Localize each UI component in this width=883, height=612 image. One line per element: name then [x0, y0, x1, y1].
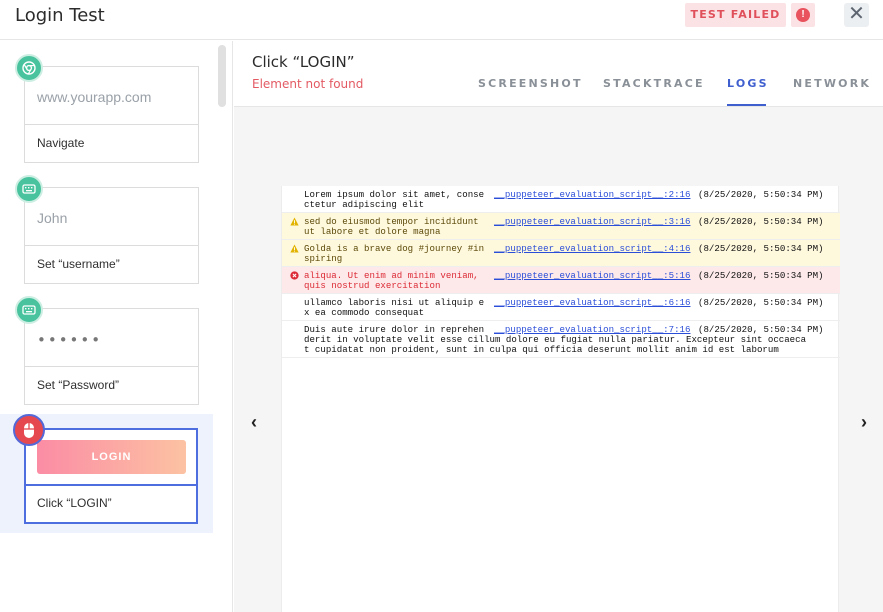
step-label: Click “LOGIN”	[37, 496, 112, 510]
log-time: (8/25/2020, 5:50:34 PM)	[698, 216, 824, 227]
page-title: Login Test	[15, 5, 105, 26]
login-test-dialog: Login Test TEST FAILED ! ✕ www.yourapp.c…	[0, 0, 883, 612]
log-time: (8/25/2020, 5:50:34 PM)	[698, 270, 824, 281]
step-value: www.yourapp.com	[25, 67, 198, 125]
error-message: Element not found	[252, 77, 364, 91]
keyboard-icon	[15, 296, 43, 324]
error-icon	[290, 271, 299, 280]
log-source-link[interactable]: __puppeteer_evaluation_script__:4:16	[494, 244, 690, 254]
status-badge: TEST FAILED	[685, 3, 786, 27]
step-card: •••••• Set “Password”	[24, 308, 199, 405]
step-value: ••••••	[25, 309, 198, 367]
step-navigate[interactable]: www.yourapp.com Navigate	[15, 54, 199, 163]
step-set-password[interactable]: •••••• Set “Password”	[15, 296, 199, 405]
tab-logs[interactable]: LOGS	[727, 77, 769, 90]
log-row: Golda is a brave dog #journey #in spiring…	[282, 240, 840, 267]
log-time: (8/25/2020, 5:50:34 PM)	[698, 243, 824, 254]
log-source-link[interactable]: __puppeteer_evaluation_script__:6:16	[494, 298, 690, 308]
tab-stacktrace[interactable]: STACKTRACE	[603, 77, 705, 90]
keyboard-icon	[15, 175, 43, 203]
step-label: Navigate	[37, 136, 85, 150]
log-message-cont: ctetur adipiscing elit	[304, 199, 425, 210]
header: Login Test TEST FAILED ! ✕	[0, 0, 883, 40]
previous-arrow-icon[interactable]: ‹	[251, 412, 257, 433]
log-source-link[interactable]: __puppeteer_evaluation_script__:3:16	[494, 217, 690, 227]
log-row: Duis aute irure dolor in reprehen __pupp…	[282, 321, 840, 358]
close-button[interactable]: ✕	[844, 3, 869, 27]
log-source-link[interactable]: __puppeteer_evaluation_script__:2:16	[494, 190, 690, 200]
step-label: Set “Password”	[37, 378, 120, 392]
next-arrow-icon[interactable]: ›	[861, 412, 867, 433]
alert-icon: !	[796, 8, 810, 22]
step-card: John Set “username”	[24, 187, 199, 284]
log-message-cont: quis nostrud exercitation	[304, 280, 441, 291]
log-message-cont: spiring	[304, 253, 343, 264]
log-row: aliqua. Ut enim ad minim veniam, quis nos…	[282, 267, 840, 294]
logs-panel: Lorem ipsum dolor sit amet, conse ctetur …	[281, 186, 840, 612]
log-row: Lorem ipsum dolor sit amet, conse ctetur …	[282, 186, 840, 213]
step-value: LOGIN	[26, 430, 196, 486]
step-card: LOGIN Click “LOGIN”	[24, 428, 198, 524]
log-message-cont: ut labore et dolore magna	[304, 226, 441, 237]
active-tab-indicator	[727, 104, 766, 106]
chrome-icon	[15, 54, 43, 82]
log-time: (8/25/2020, 5:50:34 PM)	[698, 297, 824, 308]
tab-network[interactable]: NETWORK	[793, 77, 871, 90]
step-value: John	[25, 188, 198, 246]
step-title: Click “LOGIN”	[252, 53, 355, 71]
detail-panel: Click “LOGIN” Element not found SCREENSH…	[234, 41, 883, 612]
log-row: ullamco laboris nisi ut aliquip ex ea co…	[282, 294, 840, 321]
tab-screenshot[interactable]: SCREENSHOT	[478, 77, 583, 90]
warning-icon	[290, 244, 299, 253]
step-label: Set “username”	[37, 257, 120, 271]
log-row: sed do eiusmod tempor incididunt ut labor…	[282, 213, 840, 240]
mouse-icon	[13, 414, 45, 446]
log-source-link[interactable]: __puppeteer_evaluation_script__:5:16	[494, 271, 690, 281]
scrollbar[interactable]	[218, 45, 226, 107]
alert-button[interactable]: !	[791, 3, 815, 27]
log-time: (8/25/2020, 5:50:34 PM)	[698, 189, 824, 200]
log-message-cont: x ea commodo consequat	[304, 307, 425, 318]
step-set-username[interactable]: John Set “username”	[15, 175, 199, 284]
warning-icon	[290, 217, 299, 226]
detail-header: Click “LOGIN” Element not found SCREENSH…	[234, 41, 883, 107]
step-card: www.yourapp.com Navigate	[24, 66, 199, 163]
steps-panel: www.yourapp.com Navigate John Set “usern…	[0, 41, 233, 612]
step-click-login[interactable]: LOGIN Click “LOGIN”	[13, 414, 198, 524]
log-message-cont: t cupidatat non proident, sunt in culpa …	[304, 344, 779, 355]
login-button-preview: LOGIN	[37, 440, 186, 474]
